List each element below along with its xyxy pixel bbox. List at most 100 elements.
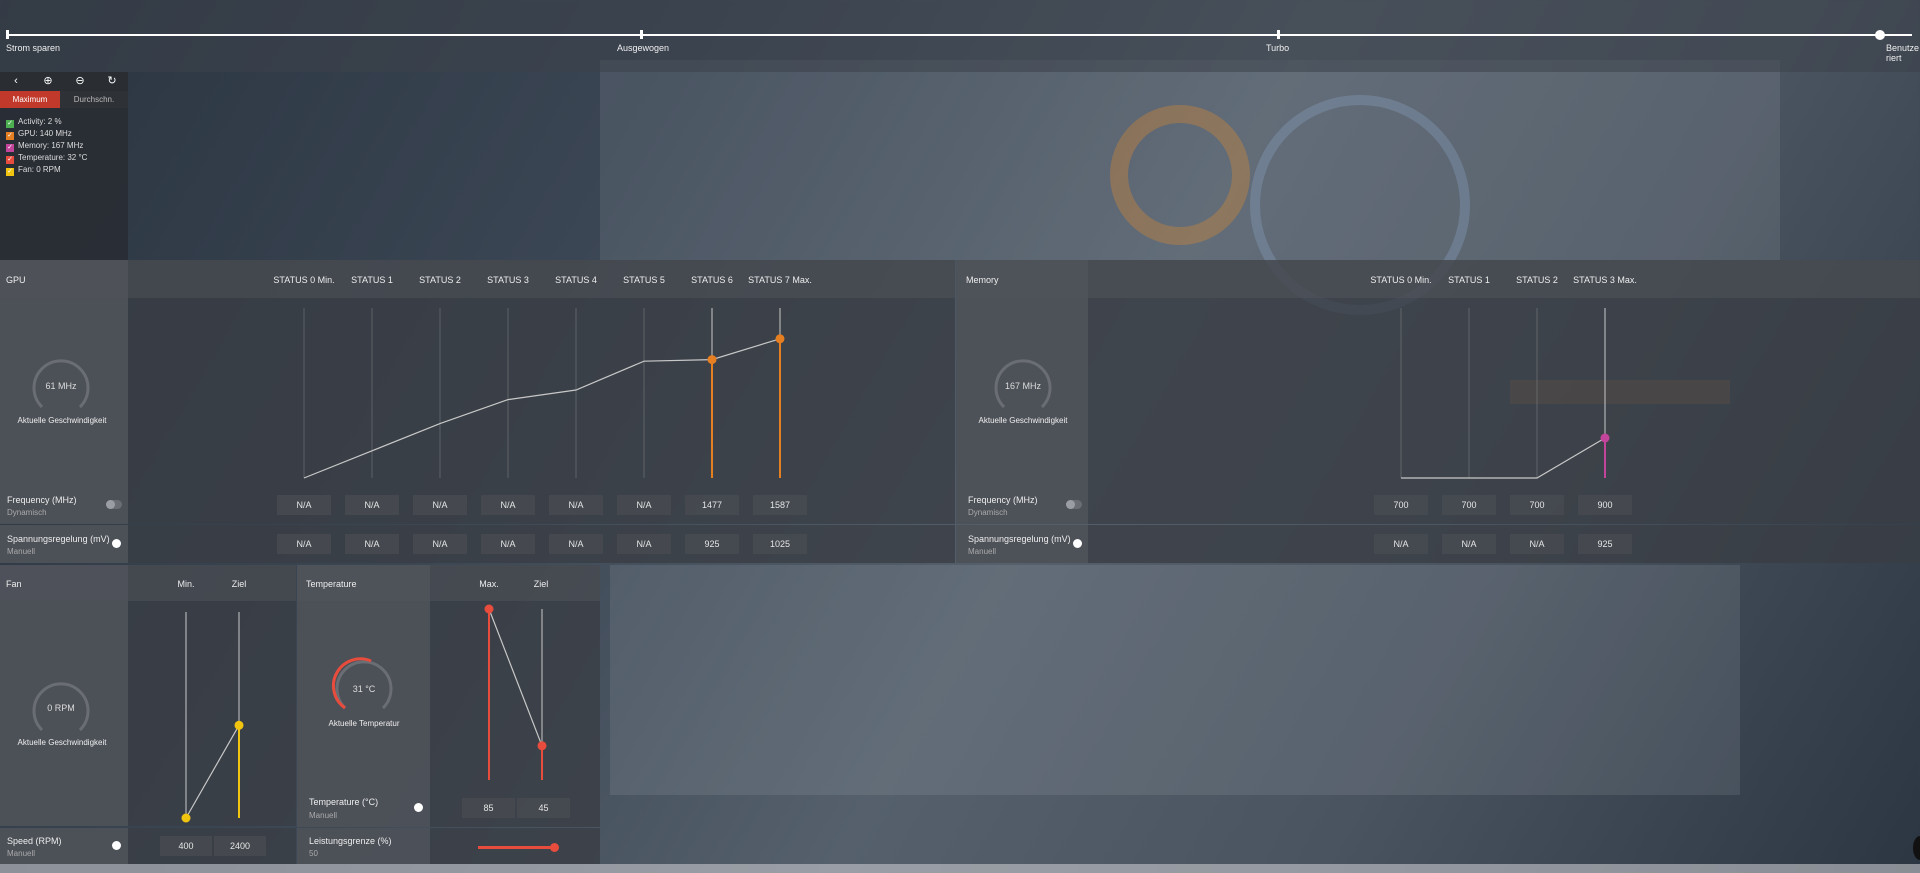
gpu-clock-curve[interactable] <box>270 300 830 485</box>
gpu-frequency-value[interactable]: 1477 <box>685 495 739 515</box>
corner-button[interactable] <box>1913 836 1920 860</box>
temp-max-value[interactable]: 85 <box>462 798 515 818</box>
gpu-voltage-value[interactable]: N/A <box>345 534 399 554</box>
legend-label: Memory: 167 MHz <box>18 141 84 150</box>
gpu-frequency-value[interactable]: N/A <box>617 495 671 515</box>
gpu-voltage-mode: Manuell <box>7 547 36 556</box>
gpu-voltage-toggle[interactable] <box>112 539 121 548</box>
memory-frequency-value[interactable]: 700 <box>1442 495 1496 515</box>
legend-label: Fan: 0 RPM <box>18 165 61 174</box>
temperature-toggle[interactable] <box>414 803 423 812</box>
gpu-frequency-toggle[interactable] <box>106 500 122 509</box>
stop-label-strom-sparen[interactable]: Strom sparen <box>6 43 60 53</box>
memory-frequency-value[interactable]: 700 <box>1510 495 1564 515</box>
memory-gauge-value: 167 MHz <box>1004 381 1041 391</box>
fan-gauge-label: Aktuelle Geschwindigkeit <box>17 738 107 747</box>
gpu-frequency-value[interactable]: N/A <box>277 495 331 515</box>
curve-point-handle <box>484 604 494 614</box>
gpu-frequency-value[interactable]: N/A <box>481 495 535 515</box>
memory-voltage-value[interactable]: 925 <box>1578 534 1632 554</box>
memory-clock-curve[interactable] <box>1340 300 1640 485</box>
checkbox-icon[interactable]: ✓ <box>6 144 14 152</box>
stop-label-turbo[interactable]: Turbo <box>1266 43 1289 53</box>
memory-frequency-value[interactable]: 900 <box>1578 495 1632 515</box>
memory-voltage-value[interactable]: N/A <box>1510 534 1564 554</box>
profile-slider-track[interactable] <box>6 34 1912 36</box>
status-column-header: STATUS 5 <box>623 275 665 285</box>
slider-stop[interactable] <box>640 30 643 39</box>
temperature-curve[interactable] <box>470 604 570 790</box>
fan-title: Fan <box>6 579 22 589</box>
memory-voltage-value[interactable]: N/A <box>1442 534 1496 554</box>
checkbox-icon[interactable]: ✓ <box>6 168 14 176</box>
checkbox-icon[interactable]: ✓ <box>6 120 14 128</box>
slider-stop[interactable] <box>6 30 9 39</box>
status-column-header: STATUS 2 <box>1516 275 1558 285</box>
memory-voltage-toggle[interactable] <box>1073 539 1082 548</box>
gpu-frequency-value[interactable]: N/A <box>549 495 603 515</box>
fan-speed-mode: Manuell <box>7 849 36 858</box>
legend-label: Activity: 2 % <box>18 117 62 126</box>
legend-item[interactable]: ✓ Activity: 2 % <box>6 117 62 128</box>
clock-curve-line <box>1401 437 1606 479</box>
state-point-handle <box>775 334 785 344</box>
tab-maximum[interactable]: Maximum <box>0 91 60 108</box>
fan-speed-target-value[interactable]: 2400 <box>214 836 266 856</box>
fan-speed-label: Speed (RPM) <box>7 836 62 846</box>
tab-average[interactable]: Durchschn. <box>60 91 128 108</box>
stop-label-benutzeriert[interactable]: Benutzer­iert <box>1886 43 1920 63</box>
temperature-gauge-value: 31 °C <box>352 684 376 694</box>
legend-label: GPU: 140 MHz <box>18 129 72 138</box>
memory-gauge-label: Aktuelle Geschwindigkeit <box>978 416 1068 425</box>
gpu-frequency-value[interactable]: 1587 <box>753 495 807 515</box>
memory-frequency-mode: Dynamisch <box>968 508 1008 517</box>
reset-zoom-icon[interactable]: ↻ <box>96 72 128 90</box>
gpu-gauge-value: 61 MHz <box>45 381 77 391</box>
legend-item[interactable]: ✓ Memory: 167 MHz <box>6 141 84 152</box>
memory-frequency-value[interactable]: 700 <box>1374 495 1428 515</box>
chevron-left-icon[interactable]: ‹ <box>0 72 32 90</box>
gpu-voltage-value[interactable]: N/A <box>481 534 535 554</box>
background-panel <box>610 565 1740 795</box>
gpu-voltage-value[interactable]: N/A <box>549 534 603 554</box>
curve-point-handle <box>234 720 244 730</box>
gpu-frequency-value[interactable]: N/A <box>413 495 467 515</box>
power-limit-knob[interactable] <box>550 843 559 852</box>
status-column-header: STATUS 1 <box>1448 275 1490 285</box>
temperature-gauge-label: Aktuelle Temperatur <box>328 719 400 728</box>
status-column-header: STATUS 1 <box>351 275 393 285</box>
gpu-voltage-value[interactable]: 1025 <box>753 534 807 554</box>
checkbox-icon[interactable]: ✓ <box>6 132 14 140</box>
temp-col-ziel: Ziel <box>533 579 549 589</box>
temp-target-value[interactable]: 45 <box>517 798 570 818</box>
profile-slider-knob[interactable] <box>1875 30 1885 40</box>
bottom-tab-strip <box>0 864 1920 873</box>
gpu-title: GPU <box>6 275 26 285</box>
status-column-header: STATUS 0 Min. <box>1370 275 1432 285</box>
gpu-voltage-value[interactable]: N/A <box>277 534 331 554</box>
fan-gauge-value: 0 RPM <box>47 703 75 713</box>
fan-speed-toggle[interactable] <box>112 841 121 850</box>
memory-voltage-value[interactable]: N/A <box>1374 534 1428 554</box>
zoom-in-icon[interactable]: ⊕ <box>32 72 64 90</box>
legend-item[interactable]: ✓ Temperature: 32 °C <box>6 153 87 164</box>
slider-stop[interactable] <box>1277 30 1280 39</box>
curve-segment <box>488 608 543 747</box>
legend-item[interactable]: ✓ GPU: 140 MHz <box>6 129 72 140</box>
gpu-voltage-value[interactable]: N/A <box>413 534 467 554</box>
fan-speed-min-value[interactable]: 400 <box>160 836 212 856</box>
curve-point-handle <box>181 813 191 823</box>
gpu-voltage-value[interactable]: 925 <box>685 534 739 554</box>
power-limit-slider[interactable] <box>478 843 559 852</box>
power-limit-fill <box>478 846 554 849</box>
fan-col-ziel: Ziel <box>231 579 247 589</box>
gpu-frequency-value[interactable]: N/A <box>345 495 399 515</box>
stop-label-ausgewogen[interactable]: Ausgewogen <box>617 43 669 53</box>
checkbox-icon[interactable]: ✓ <box>6 156 14 164</box>
fan-curve[interactable] <box>170 610 270 825</box>
gpu-voltage-value[interactable]: N/A <box>617 534 671 554</box>
gpu-voltage-label: Spannungsregelung (mV) <box>7 534 110 544</box>
legend-item[interactable]: ✓ Fan: 0 RPM <box>6 165 61 176</box>
memory-frequency-toggle[interactable] <box>1066 500 1082 509</box>
zoom-out-icon[interactable]: ⊖ <box>64 72 96 90</box>
